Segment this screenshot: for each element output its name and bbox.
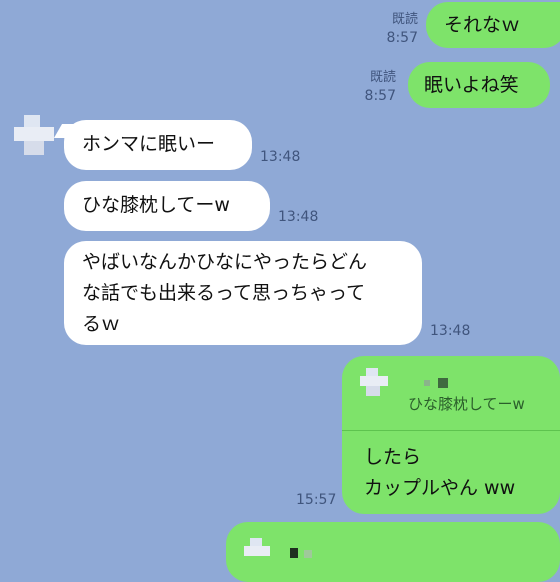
quoted-avatar xyxy=(244,538,270,564)
message-time: 15:57 xyxy=(296,492,337,508)
avatar-pixel xyxy=(24,141,44,155)
message-time: 13:48 xyxy=(430,323,471,339)
quoted-text: ひな膝枕してーw xyxy=(408,395,525,413)
message-line: な話でも出来るって思っちゃって xyxy=(82,282,366,304)
message-bubble-outgoing[interactable]: 眠いよね笑 xyxy=(408,62,550,108)
quoted-avatar xyxy=(360,368,388,396)
sender-name-pixel xyxy=(304,550,312,558)
message-bubble-outgoing[interactable] xyxy=(226,522,560,582)
message-line: カップルやん ww xyxy=(364,477,516,499)
message-bubble-incoming[interactable]: やばいなんかひなにやったらどん な話でも出来るって思っちゃって るｗ xyxy=(64,241,422,345)
message-text: ひな膝枕してーw xyxy=(82,194,230,216)
message-text: 眠いよね笑 xyxy=(424,74,519,96)
message-time: 13:48 xyxy=(260,149,301,165)
reply-message-bubble[interactable]: ひな膝枕してーw したら カップルやん ww xyxy=(342,356,560,514)
message-line: るｗ xyxy=(82,313,121,335)
reply-body: したら カップルやん ww xyxy=(364,442,515,504)
quoted-sender-name xyxy=(424,378,450,388)
contact-avatar[interactable] xyxy=(14,115,54,155)
message-text: ホンマに眠いー xyxy=(82,133,216,155)
message-line: したら xyxy=(364,446,422,468)
message-line: やばいなんかひなにやったらどん xyxy=(82,251,368,273)
sender-name-pixel xyxy=(290,548,298,558)
message-bubble-outgoing[interactable]: それなｗ xyxy=(426,2,560,48)
reply-quote[interactable]: ひな膝枕してーw xyxy=(342,356,560,431)
message-bubble-incoming[interactable]: ホンマに眠いー xyxy=(64,120,252,170)
avatar-pixel xyxy=(24,115,40,127)
read-status: 既読 8:57 xyxy=(386,12,418,46)
message-text: それなｗ xyxy=(444,14,521,36)
message-time: 13:48 xyxy=(278,209,319,225)
message-bubble-incoming[interactable]: ひな膝枕してーw xyxy=(64,181,270,231)
avatar-pixel xyxy=(14,127,54,141)
read-status: 既読 8:57 xyxy=(364,70,396,104)
